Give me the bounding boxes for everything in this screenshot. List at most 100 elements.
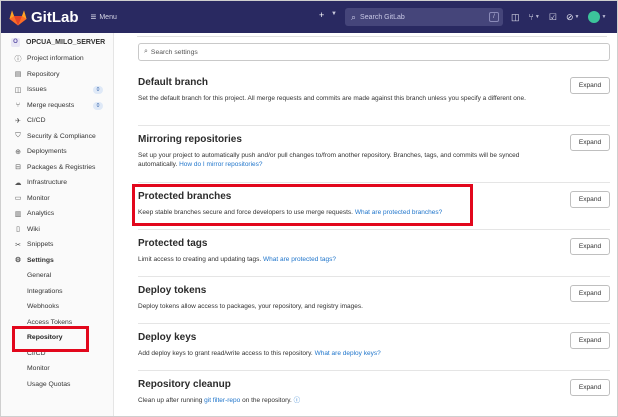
issues-icon: ◫ <box>14 86 22 94</box>
sidebar-item-issues[interactable]: ◫ Issues 0 <box>1 82 113 98</box>
section-title: Deploy keys <box>138 332 197 343</box>
section-description-text: on the repository. <box>242 397 292 404</box>
tanuki-icon <box>9 10 27 25</box>
sidebar-item-repository[interactable]: ▤ Repository <box>1 67 113 83</box>
sidebar-item-label: Project information <box>27 55 84 63</box>
merge-requests-icon[interactable]: ⑂ ▼ <box>529 12 540 22</box>
expand-button[interactable]: Expand <box>570 332 610 349</box>
section-divider <box>138 370 610 371</box>
info-icon: ⓘ <box>14 55 22 63</box>
search-icon: ⌕ <box>351 11 357 22</box>
section-divider <box>138 276 610 277</box>
expand-button[interactable]: Expand <box>570 77 610 94</box>
sidebar-item-deployments[interactable]: ⊕ Deployments <box>1 144 113 160</box>
sidebar-item-settings[interactable]: ⚙ Settings <box>1 253 113 269</box>
section-title: Repository cleanup <box>138 379 231 390</box>
top-divider <box>137 33 607 37</box>
sidebar-item-label: CI/CD <box>27 117 46 125</box>
package-icon: ⊟ <box>15 164 21 172</box>
section-description-text: Set the default branch for this project.… <box>138 95 526 102</box>
shield-icon: ⛉ <box>15 132 21 140</box>
section-deploy-tokens: Deploy tokens Deploy tokens allow access… <box>138 285 610 311</box>
search-shortcut-hint: / <box>489 12 499 22</box>
project-name: OPCUA_MILO_SERVER <box>26 38 106 46</box>
gitlab-window: GitLab ≡ Menu + ▼ ⌕ Search GitLab / ◫ ⑂ ▼… <box>0 0 618 417</box>
sidebar-item-snippets[interactable]: ✂ Snippets <box>1 237 113 253</box>
top-navbar: GitLab ≡ Menu + ▼ ⌕ Search GitLab / ◫ ⑂ ▼… <box>1 1 617 33</box>
logo-text: GitLab <box>31 8 79 26</box>
repository-icon: ▤ <box>14 71 22 79</box>
sidebar-subitem-label: Webhooks <box>27 303 59 311</box>
search-placeholder: Search GitLab <box>360 13 405 21</box>
gitlab-logo[interactable]: GitLab <box>9 9 79 26</box>
sidebar-item-infrastructure[interactable]: ☁ Infrastructure <box>1 175 113 191</box>
todos-icon[interactable]: ☑ <box>549 12 557 23</box>
help-link[interactable]: What are protected tags? <box>263 256 336 263</box>
sidebar-item-project-information[interactable]: ⓘ Project information <box>1 51 113 67</box>
sidebar-subitem-usage-quotas[interactable]: Usage Quotas <box>1 377 113 393</box>
cloud-icon: ☁ <box>14 179 22 187</box>
section-title: Deploy tokens <box>138 285 207 296</box>
menu-button[interactable]: ≡ Menu <box>91 12 117 23</box>
sidebar-item-analytics[interactable]: ▥ Analytics <box>1 206 113 222</box>
section-default-branch: Default branch Set the default branch fo… <box>138 77 610 103</box>
sidebar-subitem-general[interactable]: General <box>1 268 113 284</box>
help-link[interactable]: How do I mirror repositories? <box>179 161 262 168</box>
expand-button[interactable]: Expand <box>570 379 610 396</box>
section-description: Set the default branch for this project.… <box>138 94 553 103</box>
sidebar-item-label: Analytics <box>27 210 55 218</box>
sidebar-subitem-label: Usage Quotas <box>27 380 71 388</box>
sidebar-subitem-monitor[interactable]: Monitor <box>1 361 113 377</box>
section-description-text: Limit access to creating and updating ta… <box>138 256 262 263</box>
create-new-icon[interactable]: + <box>319 10 324 20</box>
question-icon[interactable]: ⓘ <box>294 397 301 404</box>
avatar <box>588 11 601 23</box>
search-icon: ⌕ <box>144 48 148 55</box>
chart-icon: ▥ <box>14 210 22 218</box>
sidebar-subitem-webhooks[interactable]: Webhooks <box>1 299 113 315</box>
deployments-icon: ⊕ <box>15 148 21 156</box>
sidebar-subitem-integrations[interactable]: Integrations <box>1 284 113 300</box>
user-menu[interactable]: ▼ <box>588 11 606 23</box>
chevron-down-icon[interactable]: ▼ <box>331 11 337 17</box>
section-divider <box>138 323 610 324</box>
sidebar-item-merge-requests[interactable]: ⑂ Merge requests 0 <box>1 98 113 114</box>
section-description: Limit access to creating and updating ta… <box>138 255 553 264</box>
sidebar-item-cicd[interactable]: ✈ CI/CD <box>1 113 113 129</box>
sidebar-item-label: Infrastructure <box>27 179 68 187</box>
global-search-input[interactable]: ⌕ Search GitLab / <box>345 8 503 26</box>
sidebar-project-header[interactable]: O OPCUA_MILO_SERVER <box>1 33 113 51</box>
settings-search-input[interactable]: ⌕ Search settings <box>138 43 610 61</box>
gear-icon: ⚙ <box>14 257 22 265</box>
sidebar-subitem-label: Access Tokens <box>27 318 73 326</box>
sidebar-item-label: Deployments <box>27 148 67 156</box>
sidebar-item-label: Settings <box>27 256 54 264</box>
sidebar-item-label: Wiki <box>27 225 40 233</box>
section-divider <box>138 182 610 183</box>
expand-button[interactable]: Expand <box>570 191 610 208</box>
sidebar-item-wiki[interactable]: ▯ Wiki <box>1 222 113 238</box>
merge-requests-count-badge: 0 <box>93 101 103 110</box>
section-description: Add deploy keys to grant read/write acce… <box>138 349 553 358</box>
expand-button[interactable]: Expand <box>570 238 610 255</box>
section-repository-cleanup: Repository cleanup Clean up after runnin… <box>138 379 610 405</box>
sidebar-subitem-label: General <box>27 272 52 280</box>
help-link[interactable]: What are deploy keys? <box>315 350 381 357</box>
sidebar-item-label: Packages & Registries <box>27 163 96 171</box>
expand-button[interactable]: Expand <box>570 134 610 151</box>
sidebar-item-security[interactable]: ⛉ Security & Compliance <box>1 129 113 145</box>
sidebar-item-label: Repository <box>27 70 60 78</box>
git-filter-repo-link[interactable]: git filter-repo <box>204 397 240 404</box>
settings-search-placeholder: Search settings <box>150 48 198 56</box>
section-divider <box>138 229 610 230</box>
merge-requests-icon: ⑂ <box>15 101 21 109</box>
sidebar-subitem-label: Integrations <box>27 287 63 295</box>
section-description-text: Clean up after running <box>138 397 203 404</box>
help-icon[interactable]: ⊘ ▼ <box>566 12 580 23</box>
expand-button[interactable]: Expand <box>570 285 610 302</box>
project-sidebar: O OPCUA_MILO_SERVER ⓘ Project informatio… <box>1 33 114 416</box>
issues-icon[interactable]: ◫ <box>511 12 520 23</box>
sidebar-item-label: Issues <box>27 86 47 94</box>
sidebar-item-packages[interactable]: ⊟ Packages & Registries <box>1 160 113 176</box>
sidebar-item-monitor[interactable]: ▭ Monitor <box>1 191 113 207</box>
